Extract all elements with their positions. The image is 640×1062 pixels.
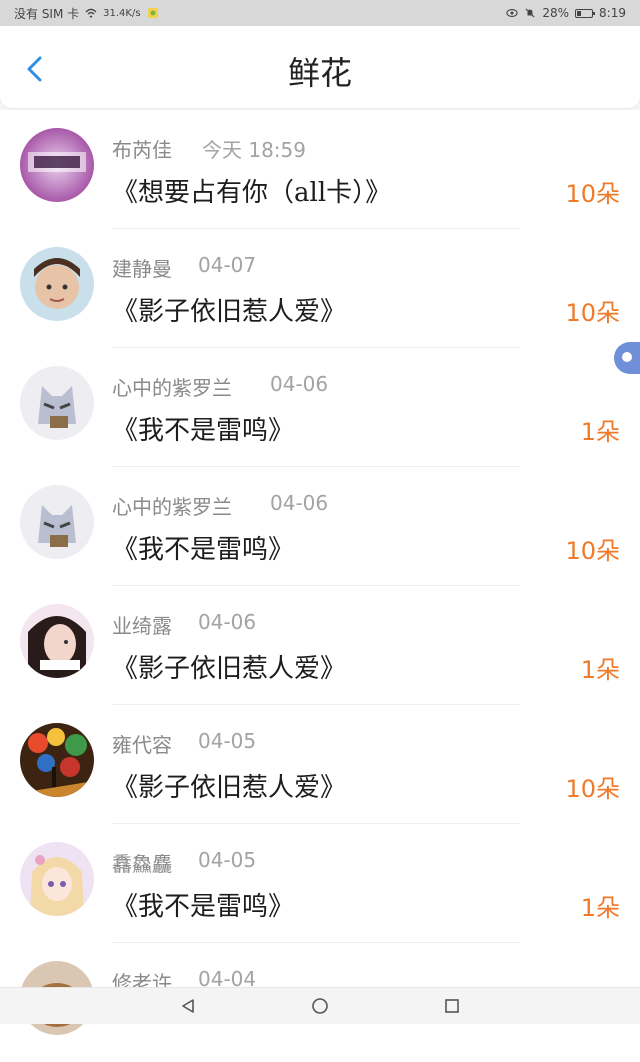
battery-percent: 28% [542,6,570,20]
sender-name: 雍代容 [112,733,172,757]
avatar[interactable] [20,723,94,797]
status-right: 28% 8:19 [506,6,626,20]
nav-back-button[interactable] [177,995,199,1017]
square-recents-icon [445,999,459,1013]
eye-icon [506,9,519,17]
avatar-mask-image [20,485,94,559]
wifi-icon [85,8,97,18]
avatar[interactable] [20,128,94,202]
sender-name: 心中的紫罗兰 [112,495,232,519]
flower-count: 10朵 [565,537,620,565]
gift-title: 《影子依旧惹人爱》 [112,297,347,327]
carrier-text: 没有 SIM 卡 [14,6,80,21]
list-item[interactable]: 业绮露 04-06 《影子依旧惹人爱》 1朵 [0,586,640,705]
sender-name: 心中的紫罗兰 [112,376,232,400]
mute-bell-icon [525,8,535,18]
avatar[interactable] [20,604,94,678]
gift-title: 《影子依旧惹人爱》 [112,773,347,803]
send-date: 04-06 [270,491,329,515]
gift-title: 《我不是雷鸣》 [112,416,295,446]
gift-title: 《我不是雷鸣》 [112,535,295,565]
send-date: 04-05 [198,848,257,872]
avatar-painting-image [20,723,94,797]
gift-title: 《影子依旧惹人爱》 [112,654,347,684]
floating-chat-tab[interactable] [614,342,640,374]
battery-icon [575,8,596,18]
flower-count: 10朵 [565,775,620,803]
send-date: 04-06 [198,610,257,634]
nav-home-button[interactable] [309,995,331,1017]
sender-name: 馫鱻麤 [112,852,172,876]
flower-count: 1朵 [580,418,620,446]
avatar-girl-image [20,604,94,678]
nav-recents-button[interactable] [441,995,463,1017]
avatar[interactable] [20,247,94,321]
list-item[interactable]: 心中的紫罗兰 04-06 《我不是雷鸣》 10朵 [0,467,640,586]
triangle-back-icon [182,999,194,1013]
avatar[interactable] [20,842,94,916]
sender-name: 建静曼 [112,257,172,281]
avatar-tianxie-image [20,128,94,202]
list-item[interactable]: 馫鱻麤 04-05 《我不是雷鸣》 1朵 [0,824,640,943]
send-date: 04-06 [270,372,329,396]
flower-count: 10朵 [565,180,620,208]
avatar[interactable] [20,485,94,559]
flower-record-list: 布芮佳 今天 18:59 《想要占有你（all卡）》 10朵 建静曼 04-07… [0,110,640,1062]
gift-title: 《我不是雷鸣》 [112,892,295,922]
flower-count: 1朵 [580,894,620,922]
page-title: 鲜花 [287,54,352,92]
send-date: 04-07 [198,253,257,277]
avatar[interactable] [20,366,94,440]
clock-time: 8:19 [599,6,626,20]
send-date: 04-05 [198,729,257,753]
status-left: 没有 SIM 卡 31.4K/s [14,5,159,22]
flower-count: 10朵 [565,299,620,327]
sender-name: 业绮露 [112,614,172,638]
network-speed: 31.4K/s [103,7,141,19]
send-date: 今天 18:59 [202,138,306,162]
avatar-anime-image [20,842,94,916]
avatar-mask-image [20,366,94,440]
gift-title: 《想要占有你（all卡）》 [112,178,392,208]
system-nav-bar [0,987,640,1024]
list-item[interactable]: 雍代容 04-05 《影子依旧惹人爱》 10朵 [0,705,640,824]
app-header: 鲜花 [0,26,640,108]
app-notification-icon [147,8,158,18]
sender-name: 布芮佳 [112,138,172,162]
list-item[interactable]: 心中的紫罗兰 04-06 《我不是雷鸣》 1朵 [0,348,640,467]
list-item[interactable]: 布芮佳 今天 18:59 《想要占有你（all卡）》 10朵 [0,110,640,229]
list-item[interactable]: 建静曼 04-07 《影子依旧惹人爱》 10朵 [0,229,640,348]
circle-home-icon [312,998,328,1014]
status-bar: 没有 SIM 卡 31.4K/s 28% 8:19 [0,0,640,26]
avatar-boy-image [20,247,94,321]
flower-count: 1朵 [580,656,620,684]
